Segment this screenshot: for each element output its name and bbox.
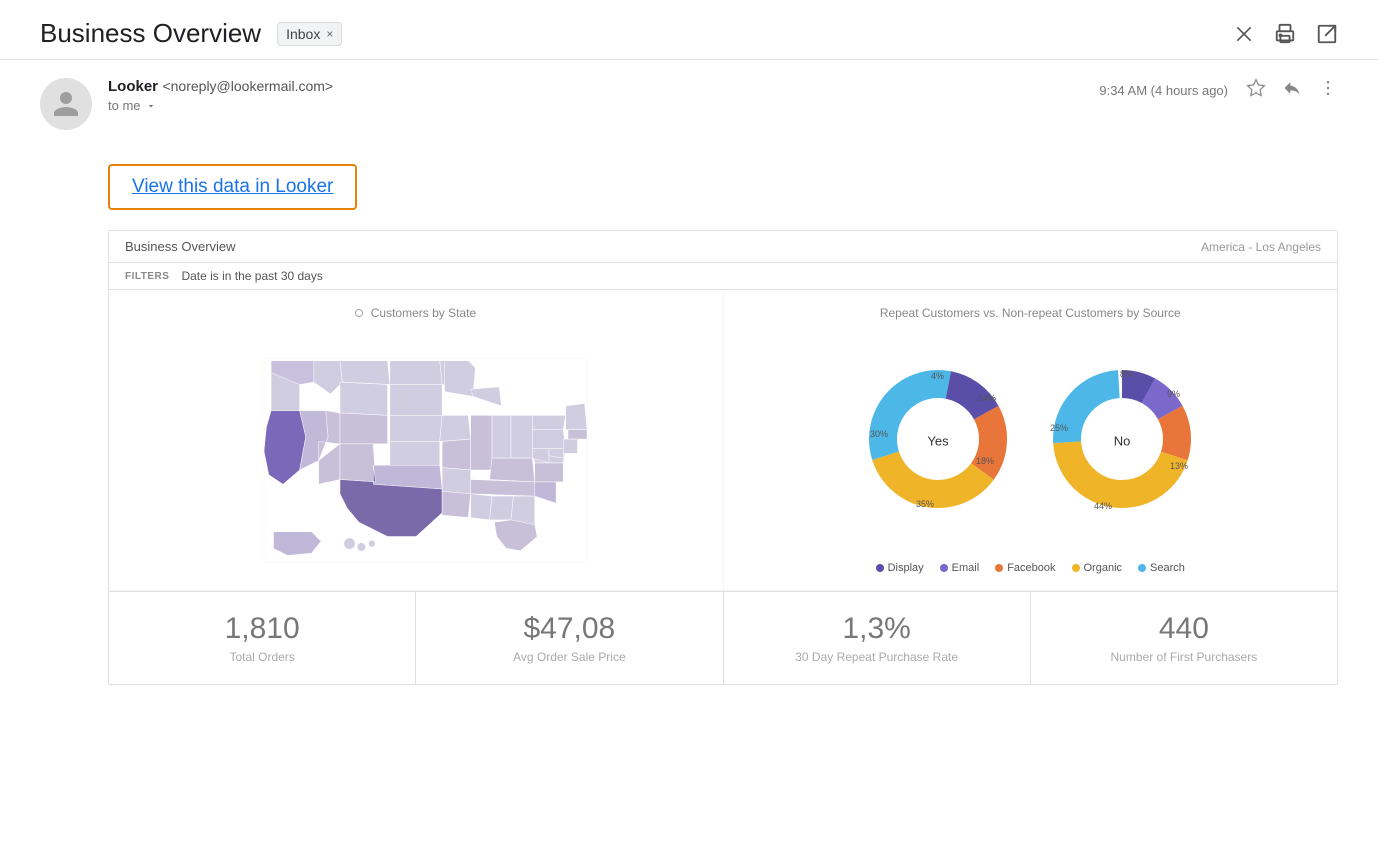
inbox-badge-label: Inbox bbox=[286, 26, 320, 42]
svg-text:18%: 18% bbox=[976, 456, 994, 466]
svg-text:35%: 35% bbox=[916, 499, 934, 509]
repeat-customers-card: Repeat Customers vs. Non-repeat Customer… bbox=[724, 290, 1338, 590]
dashboard-charts-grid: Customers by State bbox=[109, 290, 1337, 591]
stat-cards-row: 1,810 Total Orders $47,08 Avg Order Sale… bbox=[109, 591, 1337, 684]
inbox-badge-close[interactable]: × bbox=[326, 27, 333, 41]
stat-card-0: 1,810 Total Orders bbox=[109, 592, 415, 684]
dashboard-location: America - Los Angeles bbox=[1201, 240, 1321, 254]
email-label: Email bbox=[952, 562, 980, 574]
stat-card-1: $47,08 Avg Order Sale Price bbox=[416, 592, 722, 684]
map-title-circle-icon bbox=[355, 309, 363, 317]
sender-to: to me bbox=[108, 98, 1083, 113]
email-header: Business Overview Inbox × bbox=[0, 0, 1378, 60]
facebook-dot bbox=[995, 564, 1003, 572]
legend-organic: Organic bbox=[1072, 562, 1123, 574]
map-card: Customers by State bbox=[109, 290, 723, 590]
sender-meta: 9:34 AM (4 hours ago) bbox=[1099, 78, 1338, 103]
title-area: Business Overview Inbox × bbox=[40, 18, 342, 49]
email-action-icons bbox=[1246, 78, 1338, 103]
organic-dot bbox=[1072, 564, 1080, 572]
stat-label-1: Avg Order Sale Price bbox=[513, 650, 626, 664]
legend-display: Display bbox=[876, 562, 924, 574]
donut-charts-row: Yes 4% 14% 18% 35% 30% bbox=[740, 328, 1322, 550]
avatar-icon bbox=[51, 89, 81, 119]
legend-facebook: Facebook bbox=[995, 562, 1055, 574]
no-donut-center-label: No bbox=[1114, 433, 1131, 448]
email-subject-title: Business Overview bbox=[40, 18, 261, 49]
yes-donut-svg: Yes 4% 14% 18% 35% 30% bbox=[858, 359, 1018, 519]
sender-name-line: Looker <noreply@lookermail.com> bbox=[108, 78, 1083, 96]
avatar bbox=[40, 78, 92, 130]
sender-row: Looker <noreply@lookermail.com> to me 9:… bbox=[0, 60, 1378, 140]
us-map-svg bbox=[226, 331, 606, 571]
dashboard-title: Business Overview bbox=[125, 239, 236, 254]
sender-email: <noreply@lookermail.com> bbox=[162, 78, 333, 94]
svg-text:13%: 13% bbox=[1170, 461, 1188, 471]
svg-text:44%: 44% bbox=[1094, 501, 1112, 511]
header-actions bbox=[1234, 23, 1338, 45]
svg-text:30%: 30% bbox=[870, 429, 888, 439]
stat-card-2: 1,3% 30 Day Repeat Purchase Rate bbox=[724, 592, 1030, 684]
search-label: Search bbox=[1150, 562, 1185, 574]
organic-label: Organic bbox=[1084, 562, 1123, 574]
facebook-label: Facebook bbox=[1007, 562, 1055, 574]
view-link-container: View this data in Looker bbox=[108, 164, 1338, 210]
map-container bbox=[125, 328, 707, 574]
inbox-badge: Inbox × bbox=[277, 22, 342, 46]
stat-label-2: 30 Day Repeat Purchase Rate bbox=[795, 650, 958, 664]
close-icon[interactable] bbox=[1234, 24, 1254, 44]
stat-value-0: 1,810 bbox=[225, 612, 300, 646]
svg-text:25%: 25% bbox=[1050, 423, 1068, 433]
dropdown-chevron-icon[interactable] bbox=[145, 100, 157, 112]
display-label: Display bbox=[888, 562, 924, 574]
reply-icon[interactable] bbox=[1282, 78, 1302, 103]
stat-label-0: Total Orders bbox=[229, 650, 294, 664]
legend-email: Email bbox=[940, 562, 980, 574]
dashboard-embed: Business Overview America - Los Angeles … bbox=[108, 230, 1338, 685]
no-donut-wrap: No 8% 9% 13% 44% 25% bbox=[1042, 359, 1202, 519]
filters-label: FILTERS bbox=[125, 271, 169, 282]
no-donut-svg: No 8% 9% 13% 44% 25% bbox=[1042, 359, 1202, 519]
print-icon[interactable] bbox=[1274, 23, 1296, 45]
yes-donut-wrap: Yes 4% 14% 18% 35% 30% bbox=[858, 359, 1018, 519]
stat-value-1: $47,08 bbox=[523, 612, 615, 646]
email-body: View this data in Looker Business Overvi… bbox=[0, 140, 1378, 695]
legend-search: Search bbox=[1138, 562, 1185, 574]
stat-value-2: 1,3% bbox=[842, 612, 910, 646]
more-options-icon[interactable] bbox=[1318, 78, 1338, 103]
map-title-text: Customers by State bbox=[371, 306, 476, 320]
popout-icon[interactable] bbox=[1316, 23, 1338, 45]
svg-text:14%: 14% bbox=[978, 393, 996, 403]
filter-value: Date is in the past 30 days bbox=[181, 269, 322, 283]
email-timestamp: 9:34 AM (4 hours ago) bbox=[1099, 83, 1228, 98]
repeat-card-title: Repeat Customers vs. Non-repeat Customer… bbox=[740, 306, 1322, 320]
search-dot bbox=[1138, 564, 1146, 572]
stat-card-3: 440 Number of First Purchasers bbox=[1031, 592, 1337, 684]
star-icon[interactable] bbox=[1246, 78, 1266, 103]
map-card-title: Customers by State bbox=[125, 306, 707, 320]
svg-text:9%: 9% bbox=[1167, 389, 1180, 399]
sender-to-label: to me bbox=[108, 98, 141, 113]
sender-name: Looker bbox=[108, 78, 158, 95]
display-dot bbox=[876, 564, 884, 572]
email-dot bbox=[940, 564, 948, 572]
svg-text:8%: 8% bbox=[1120, 369, 1133, 379]
svg-text:4%: 4% bbox=[931, 371, 944, 381]
stat-value-3: 440 bbox=[1159, 612, 1209, 646]
stat-label-3: Number of First Purchasers bbox=[1111, 650, 1258, 664]
sender-info: Looker <noreply@lookermail.com> to me bbox=[108, 78, 1083, 113]
view-in-looker-link[interactable]: View this data in Looker bbox=[108, 164, 357, 210]
dashboard-header: Business Overview America - Los Angeles bbox=[109, 231, 1337, 263]
yes-donut-center-label: Yes bbox=[928, 433, 950, 448]
dashboard-filters: FILTERS Date is in the past 30 days bbox=[109, 263, 1337, 290]
chart-legend: Display Email Facebook Organic bbox=[740, 562, 1322, 574]
